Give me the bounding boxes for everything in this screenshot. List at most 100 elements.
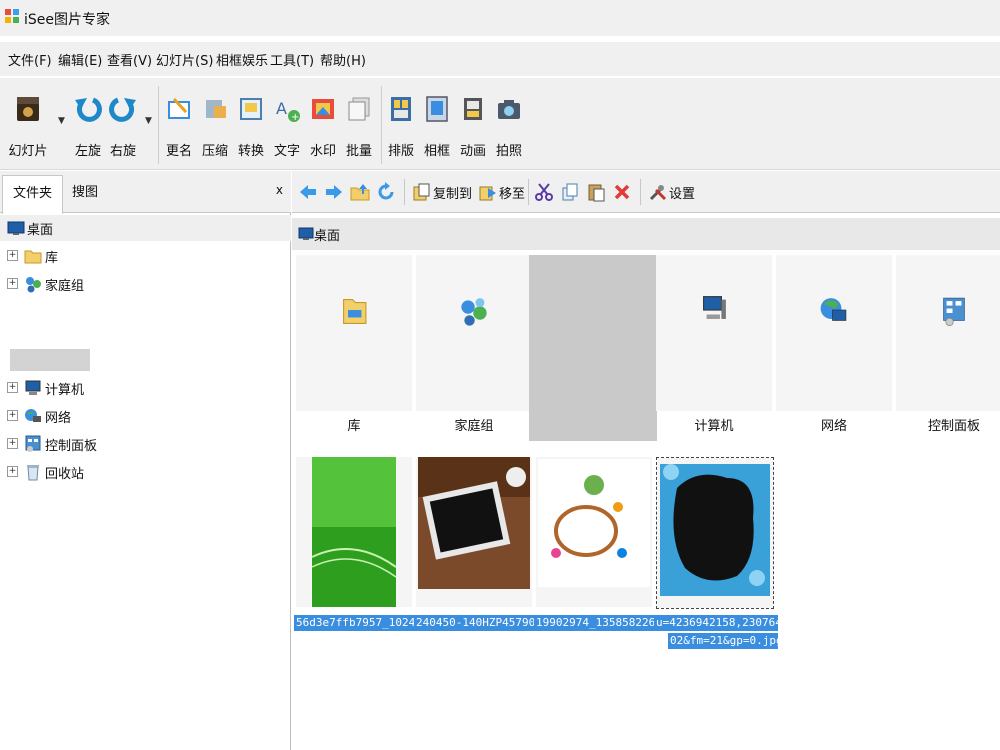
menu-slideshow[interactable]: 幻灯片(S) [156, 50, 213, 69]
tree-item-homegroup[interactable]: + 家庭组 [0, 271, 291, 297]
move-to-button[interactable]: 移至 [499, 183, 525, 202]
rename-icon [168, 97, 190, 119]
image-filename-label[interactable]: 56d3e7ffb7957_1024... [294, 615, 416, 631]
compress-icon [206, 100, 226, 118]
file-toolbar: 复制到 移至 设置 [292, 171, 1000, 213]
image-filename-label[interactable]: u=4236942158,23076424 [654, 615, 778, 631]
expand-icon[interactable]: + [7, 250, 18, 261]
homegroup-icon [26, 277, 41, 293]
image-thumbnail[interactable] [536, 457, 652, 607]
tree-item-recycle-bin[interactable]: + 回收站 [0, 459, 291, 485]
image-filename-label[interactable]: 19902974_135858226... [534, 615, 656, 631]
forward-arrow-icon[interactable] [324, 182, 344, 202]
folder-tile-control-panel[interactable]: 控制面板 [896, 255, 1000, 434]
network-icon [820, 298, 847, 321]
tab-folders[interactable]: 文件夹 [2, 175, 64, 214]
folder-tile-homegroup[interactable]: 家庭组 [416, 255, 532, 434]
menu-edit[interactable]: 编辑(E) [58, 50, 102, 69]
up-folder-icon[interactable] [350, 182, 370, 202]
convert-icon [240, 98, 262, 120]
close-panel-button[interactable]: x [276, 183, 283, 197]
menu-view[interactable]: 查看(V) [107, 50, 152, 69]
rotate-dropdown-icon[interactable]: ▼ [145, 116, 152, 126]
recycle-bin-icon [27, 465, 39, 481]
watermark-icon [312, 99, 334, 119]
batch-button[interactable]: 批量 [339, 90, 379, 166]
floral-frame-image [536, 457, 652, 607]
rotate-right-button[interactable]: 右旋 [103, 90, 143, 166]
image-thumbnail[interactable] [296, 457, 412, 607]
control-panel-icon [25, 435, 41, 452]
breadcrumb-current[interactable]: 桌面 [314, 225, 340, 244]
copy-to-icon[interactable] [412, 182, 432, 202]
menu-help[interactable]: 帮助(H) [320, 50, 366, 69]
layout-icon [391, 97, 411, 121]
image-filename-label[interactable]: 240450-140HZP45790... [414, 615, 536, 631]
expand-icon[interactable]: + [7, 382, 18, 393]
image-thumbnail-selected[interactable] [656, 457, 774, 609]
svg-text:+: + [291, 112, 299, 123]
toolbar-divider [528, 179, 529, 205]
control-panel-icon [943, 297, 965, 327]
image-filename-label[interactable]: 02&fm=21&gp=0.jpg [668, 633, 778, 649]
network-icon [25, 409, 41, 422]
text-icon: A + [276, 99, 300, 123]
cut-icon[interactable] [534, 182, 554, 202]
expand-icon[interactable]: + [7, 410, 18, 421]
tree-item-network[interactable]: + 网络 [0, 403, 291, 429]
menu-bar: 文件(F) 编辑(E) 查看(V) 幻灯片(S) 相框娱乐 工具(T) 帮助(H… [0, 42, 1000, 76]
window-title: iSee图片专家 [24, 12, 111, 28]
move-to-icon[interactable] [478, 182, 498, 202]
redacted-tile [529, 255, 657, 441]
app-logo-icon [5, 9, 19, 23]
menu-frame-fun[interactable]: 相框娱乐 [216, 50, 268, 69]
tree-item-desktop[interactable]: 桌面 [0, 215, 291, 241]
batch-icon [348, 97, 370, 121]
folder-tile-network[interactable]: 网络 [776, 255, 892, 434]
copy-to-button[interactable]: 复制到 [433, 183, 472, 202]
settings-tools-icon[interactable] [648, 182, 668, 202]
menu-file[interactable]: 文件(F) [8, 50, 52, 69]
folder-tile-computer[interactable]: 计算机 [656, 255, 772, 434]
back-arrow-icon[interactable] [298, 182, 318, 202]
homegroup-icon [461, 298, 487, 326]
image-thumbnail[interactable] [416, 457, 532, 607]
expand-icon[interactable]: + [7, 466, 18, 477]
blue-flower-frame-image [657, 458, 773, 608]
photo-frame-icon [426, 96, 448, 122]
redacted-tree-item [10, 349, 90, 371]
tree-item-library[interactable]: + 库 [0, 243, 291, 269]
green-abstract-image [296, 457, 412, 607]
paste-icon[interactable] [586, 182, 606, 202]
copy-icon[interactable] [560, 182, 580, 202]
title-bar: iSee图片专家 [0, 0, 1000, 36]
tab-image-search[interactable]: 搜图 [62, 175, 108, 213]
menu-tools[interactable]: 工具(T) [270, 50, 314, 69]
rotate-right-icon [109, 97, 136, 122]
desktop-icon [7, 221, 25, 235]
breadcrumb: 桌面 [292, 218, 1000, 250]
thumbnail-grid: 库 家庭组 计算机 网络 控制面板 56d3e7ffb7957_1024 240… [292, 251, 1000, 750]
animation-icon [464, 98, 482, 120]
toolbar-divider [404, 179, 405, 205]
folder-panel: 文件夹 搜图 x 桌面 + 库 + 家庭组 + 计算机 + 网络 + 控制面板 … [0, 171, 291, 750]
tree-item-control-panel[interactable]: + 控制面板 [0, 431, 291, 457]
rotate-left-icon [75, 97, 102, 122]
tree-item-computer[interactable]: + 计算机 [0, 375, 291, 401]
camera-icon [498, 100, 520, 119]
main-toolbar: 幻灯片 ▼ 左旋 右旋 ▼ 更名 压缩 转换 A+ 文字 水印 批量 排版 相 [0, 78, 1000, 170]
delete-icon[interactable] [612, 182, 632, 202]
slideshow-button[interactable]: 幻灯片 [8, 90, 48, 166]
toolbar-divider [640, 179, 641, 205]
library-folder-icon [343, 299, 367, 324]
tablet-on-desk-image [416, 457, 532, 607]
expand-icon[interactable]: + [7, 438, 18, 449]
settings-button[interactable]: 设置 [669, 183, 695, 202]
capture-button[interactable]: 拍照 [489, 90, 529, 166]
refresh-icon[interactable] [376, 182, 396, 202]
slideshow-dropdown-icon[interactable]: ▼ [58, 116, 65, 126]
folder-tile-library[interactable]: 库 [296, 255, 412, 434]
expand-icon[interactable]: + [7, 278, 18, 289]
library-folder-icon [24, 250, 42, 264]
desktop-icon [298, 227, 314, 240]
